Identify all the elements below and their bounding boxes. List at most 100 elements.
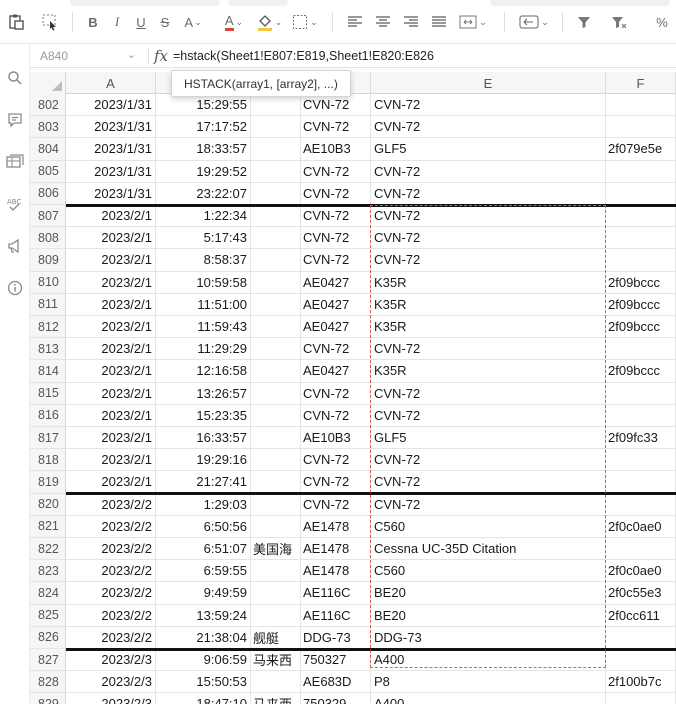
spell-check-icon[interactable]: ABC [5,194,25,214]
cell-date[interactable]: 2023/1/31 [66,116,156,139]
row-number[interactable]: 802 [30,94,66,117]
row-number[interactable]: 810 [30,271,66,294]
cell-id[interactable]: AE0427 [301,293,371,316]
cell-time[interactable]: 15:50:53 [156,671,251,694]
cell-date[interactable]: 2023/2/1 [66,293,156,316]
cell-time[interactable]: 13:59:24 [156,604,251,627]
cell-hash[interactable] [606,693,676,704]
cell-hash[interactable] [606,116,676,139]
cell-type[interactable]: CVN-72 [371,116,606,139]
row-number[interactable]: 823 [30,560,66,583]
cell-date[interactable]: 2023/2/1 [66,360,156,383]
cell-time[interactable]: 19:29:52 [156,160,251,183]
cell-hash[interactable]: 2f09bccc [606,316,676,339]
cell-date[interactable]: 2023/2/2 [66,538,156,561]
cell-id[interactable]: CVN-72 [301,227,371,250]
cell-time[interactable]: 6:51:07 [156,538,251,561]
cell-date[interactable]: 2023/2/2 [66,582,156,605]
cell-time[interactable]: 9:06:59 [156,649,251,672]
cell-hash[interactable] [606,182,676,205]
cell-id[interactable]: AE10B3 [301,427,371,450]
row-number[interactable]: 806 [30,182,66,205]
cell-time[interactable]: 18:47:10 [156,693,251,704]
row-number[interactable]: 824 [30,582,66,605]
cell-time[interactable]: 21:27:41 [156,471,251,494]
cell-id[interactable]: CVN-72 [301,94,371,117]
formula-input[interactable]: =hstack(Sheet1!E807:E819,Sheet1!E820:E82… [173,44,434,68]
chevron-down-icon[interactable]: ⌄ [127,48,136,61]
select-all-corner[interactable] [30,72,66,94]
italic-button[interactable]: I [108,10,126,34]
cell-source[interactable] [251,227,301,250]
cell-source[interactable] [251,604,301,627]
cell-type[interactable]: CVN-72 [371,94,606,117]
bold-button[interactable]: B [84,10,102,34]
cell-type[interactable]: Cessna UC-35D Citation [371,538,606,561]
cell-hash[interactable] [606,404,676,427]
row-number[interactable]: 812 [30,316,66,339]
cell-time[interactable]: 1:29:03 [156,493,251,516]
cell-id[interactable]: CVN-72 [301,249,371,272]
comment-icon[interactable] [5,110,25,130]
cell-type[interactable]: A400 [371,693,606,704]
paste-icon[interactable] [4,10,28,34]
cell-time[interactable]: 11:29:29 [156,338,251,361]
cell-source[interactable] [251,671,301,694]
cell-source[interactable] [251,205,301,228]
cell-hash[interactable]: 2f09bccc [606,293,676,316]
cell-hash[interactable]: 2f09bccc [606,271,676,294]
cell-source[interactable] [251,582,301,605]
cell-time[interactable]: 9:49:59 [156,582,251,605]
cell-date[interactable]: 2023/2/1 [66,249,156,272]
cell-date[interactable]: 2023/2/1 [66,471,156,494]
cell-date[interactable]: 2023/2/1 [66,271,156,294]
row-number[interactable]: 826 [30,626,66,649]
cell-id[interactable]: AE683D [301,671,371,694]
cell-time[interactable]: 18:33:57 [156,138,251,161]
cell-type[interactable]: BE20 [371,604,606,627]
cell-source[interactable] [251,182,301,205]
cell-time[interactable]: 16:33:57 [156,427,251,450]
table-view-icon[interactable] [5,152,25,172]
search-icon[interactable] [5,68,25,88]
cell-id[interactable]: CVN-72 [301,160,371,183]
cell-id[interactable]: CVN-72 [301,116,371,139]
fill-color-button[interactable]: ⌄ [252,10,286,34]
cell-date[interactable]: 2023/2/1 [66,338,156,361]
cell-source[interactable] [251,427,301,450]
row-number[interactable]: 829 [30,693,66,704]
cell-source[interactable] [251,293,301,316]
cell-time[interactable]: 8:58:37 [156,249,251,272]
row-number[interactable]: 803 [30,116,66,139]
cell-id[interactable]: CVN-72 [301,449,371,472]
align-right-icon[interactable] [400,10,422,34]
cell-type[interactable]: CVN-72 [371,182,606,205]
cell-time[interactable]: 12:16:58 [156,360,251,383]
cell-date[interactable]: 2023/2/1 [66,427,156,450]
cell-date[interactable]: 2023/2/1 [66,449,156,472]
cell-date[interactable]: 2023/2/1 [66,205,156,228]
cell-date[interactable]: 2023/2/1 [66,382,156,405]
cell-type[interactable]: GLF5 [371,427,606,450]
cell-type[interactable]: C560 [371,515,606,538]
cell-hash[interactable] [606,205,676,228]
cell-date[interactable]: 2023/1/31 [66,94,156,117]
wrap-text-button[interactable]: ⌄ [516,10,552,34]
row-number[interactable]: 814 [30,360,66,383]
cell-source[interactable] [251,138,301,161]
name-box[interactable]: A840 ⌄ [30,44,146,68]
cell-id[interactable]: CVN-72 [301,382,371,405]
cell-type[interactable]: CVN-72 [371,449,606,472]
info-icon[interactable] [5,278,25,298]
cell-time[interactable]: 11:51:00 [156,293,251,316]
cell-time[interactable]: 13:26:57 [156,382,251,405]
cell-time[interactable]: 15:29:55 [156,94,251,117]
cell-date[interactable]: 2023/2/1 [66,316,156,339]
justify-icon[interactable] [428,10,450,34]
cell-hash[interactable] [606,538,676,561]
cell-type[interactable]: K35R [371,271,606,294]
cell-type[interactable]: CVN-72 [371,227,606,250]
row-number[interactable]: 809 [30,249,66,272]
cell-source[interactable]: 马来西 [251,693,301,704]
row-number[interactable]: 818 [30,449,66,472]
